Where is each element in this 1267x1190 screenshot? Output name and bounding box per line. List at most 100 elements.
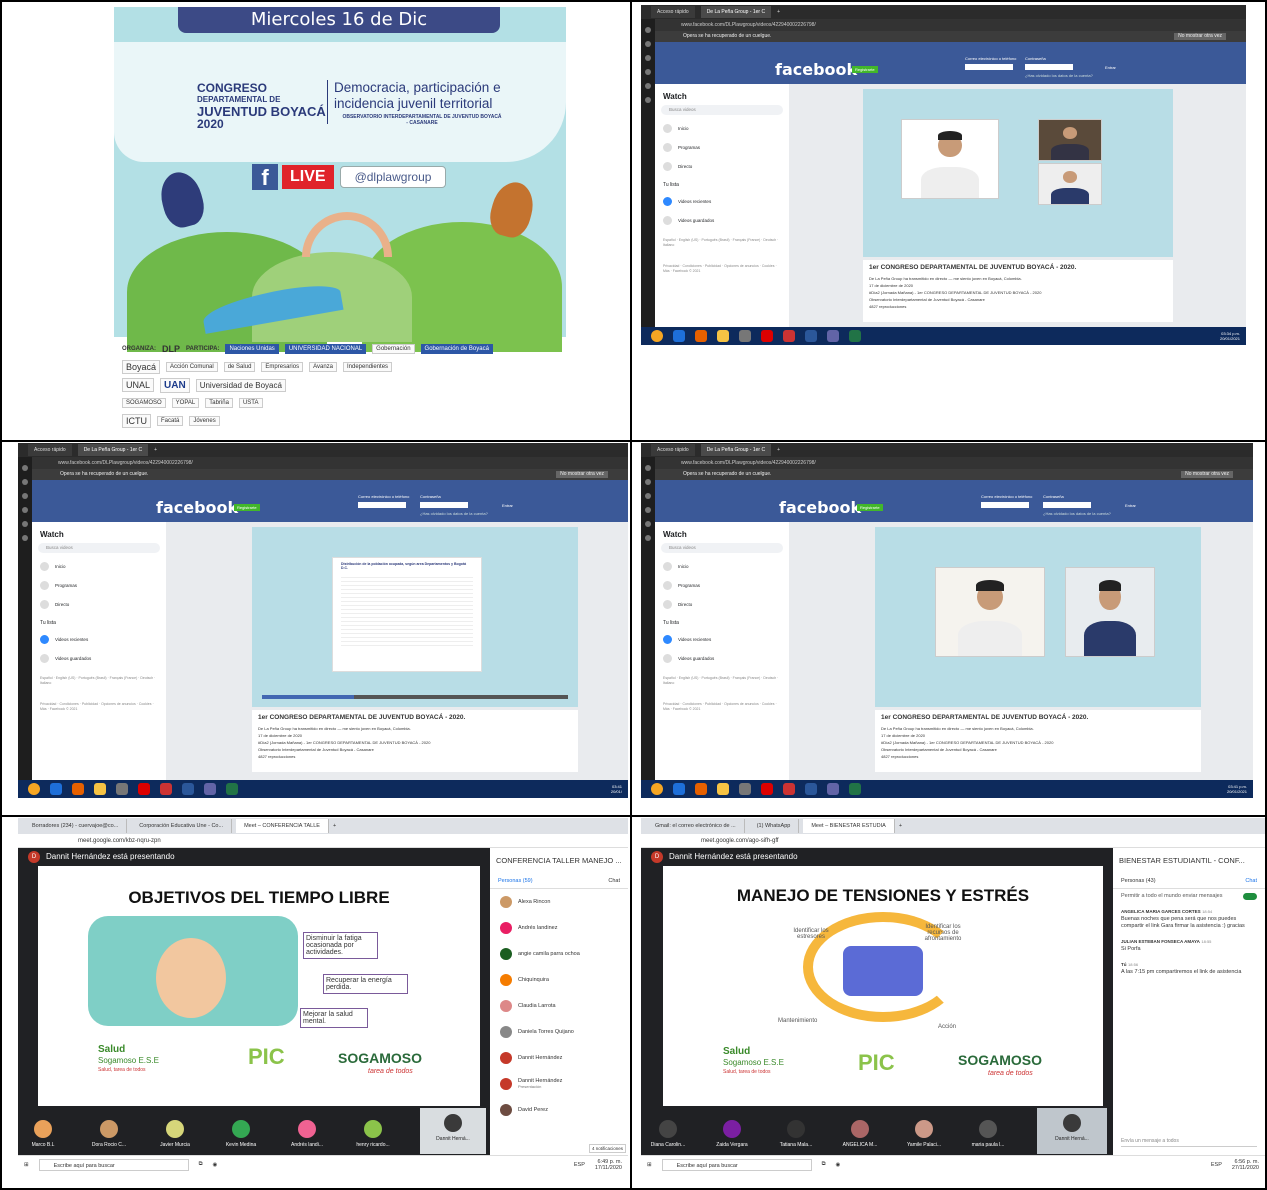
chat-input[interactable]: Envía un mensaje a todos (1121, 1136, 1257, 1147)
sidebar-icon[interactable] (645, 479, 651, 485)
facebook-logo[interactable]: facebook (156, 498, 238, 517)
sidebar-icon[interactable] (22, 479, 28, 485)
app-icon[interactable] (160, 783, 172, 795)
start-icon[interactable] (28, 783, 40, 795)
nav-item[interactable]: Inicio (32, 557, 166, 576)
login-button[interactable]: Entrar (1125, 503, 1136, 508)
notification-count[interactable]: 4 notificaciones (588, 1144, 626, 1153)
forgot-link[interactable]: ¿Has olvidado los datos de la cuenta? (420, 511, 488, 516)
tab-people[interactable]: Personas (59) (498, 878, 533, 884)
nav-item[interactable]: Programas (32, 576, 166, 595)
new-tab-icon[interactable]: + (777, 9, 780, 15)
email-field[interactable] (965, 64, 1013, 70)
language-links[interactable]: Español · English (US) · Português (Bras… (32, 668, 166, 694)
firefox-icon[interactable] (695, 783, 707, 795)
chrome-icon[interactable]: ◉ (836, 1162, 841, 1168)
taskview-icon[interactable]: ⧉ (199, 1161, 203, 1168)
post-line[interactable]: De La Peña Group ha transmitido en direc… (869, 275, 1167, 282)
teams-icon[interactable] (204, 783, 216, 795)
word-icon[interactable] (805, 330, 817, 342)
list-item[interactable]: David Perez (490, 1097, 628, 1123)
ie-icon[interactable] (673, 783, 685, 795)
language-links[interactable]: Español · English (US) · Português (Bras… (655, 230, 789, 256)
participant-tile[interactable]: Yamile Palaci... (899, 1120, 949, 1148)
tab-facebook-video[interactable]: De La Peña Group - 1er C (700, 444, 772, 456)
app-icon[interactable] (783, 330, 795, 342)
windows-start-icon[interactable]: ⊞ (647, 1162, 652, 1168)
tab-meet[interactable]: Meet – CONFERENCIA TALLE (236, 819, 329, 833)
list-item[interactable]: Dannit Hernández Presentación (490, 1071, 628, 1097)
nav-item[interactable]: Programas (655, 138, 789, 157)
sidebar-icon[interactable] (22, 521, 28, 527)
facebook-logo[interactable]: facebook (775, 60, 857, 79)
nav-item[interactable]: Directo (655, 595, 789, 614)
new-tab-icon[interactable]: + (777, 447, 780, 453)
password-field[interactable] (1043, 502, 1091, 508)
participant-tile[interactable]: ANGELICA M... (835, 1120, 885, 1148)
allow-messages-toggle[interactable] (1243, 893, 1257, 900)
sidebar-icon[interactable] (22, 535, 28, 541)
video-player[interactable]: Distribución de la población ocupada, se… (252, 527, 578, 707)
language-indicator[interactable]: ESP (574, 1162, 585, 1168)
address-bar[interactable]: www.facebook.com/DLPlawgroup/videos/4229… (641, 457, 1253, 469)
tab-whatsapp[interactable]: (1) WhatsApp (749, 819, 800, 833)
start-icon[interactable] (651, 783, 663, 795)
word-icon[interactable] (182, 783, 194, 795)
opera-icon[interactable] (138, 783, 150, 795)
participant-tile[interactable]: Andrés landi... (282, 1120, 332, 1148)
participant-tile[interactable]: Zaida Vergara (707, 1120, 757, 1148)
email-field[interactable] (981, 502, 1029, 508)
list-item[interactable]: angie camila parra ochoa (490, 941, 628, 967)
sidebar-icon[interactable] (645, 521, 651, 527)
tab-gmail[interactable]: Gmail: el correo electrónico de ... (647, 819, 745, 833)
opera-icon[interactable] (761, 330, 773, 342)
dont-show-again-button[interactable]: No mostrar otra vez (1174, 33, 1226, 40)
dont-show-again-button[interactable]: No mostrar otra vez (556, 471, 608, 478)
nav-item[interactable]: Videos guardados (32, 649, 166, 668)
tab-people[interactable]: Personas (43) (1121, 878, 1156, 884)
sidebar-icon[interactable] (645, 97, 651, 103)
forgot-link[interactable]: ¿Has olvidado los datos de la cuenta? (1025, 73, 1093, 78)
nav-item[interactable]: Videos guardados (655, 649, 789, 668)
chrome-icon[interactable]: ◉ (213, 1162, 218, 1168)
video-progress-bar[interactable] (262, 695, 568, 699)
video-player[interactable] (863, 89, 1173, 257)
folder-icon[interactable] (717, 330, 729, 342)
taskview-icon[interactable]: ⧉ (822, 1161, 826, 1168)
teams-icon[interactable] (827, 330, 839, 342)
participant-tile[interactable]: henry ricardo... (348, 1120, 398, 1148)
teams-icon[interactable] (827, 783, 839, 795)
list-item[interactable]: Daniela Torres Quijano (490, 1019, 628, 1045)
app-icon[interactable] (783, 783, 795, 795)
facebook-logo[interactable]: facebook (779, 498, 861, 517)
nav-item[interactable]: Videos recientes (32, 630, 166, 649)
nav-item[interactable]: Inicio (655, 557, 789, 576)
folder-icon[interactable] (94, 783, 106, 795)
windows-start-icon[interactable]: ⊞ (24, 1162, 29, 1168)
language-links[interactable]: Español · English (US) · Português (Bras… (655, 668, 789, 694)
address-bar[interactable]: meet.google.com/kbz-nqru-zpn (18, 834, 628, 848)
sidebar-icon[interactable] (22, 465, 28, 471)
sidebar-icon[interactable] (645, 535, 651, 541)
firefox-icon[interactable] (695, 330, 707, 342)
sidebar-icon[interactable] (22, 507, 28, 513)
register-button[interactable]: Registrarte (857, 504, 883, 511)
participant-tile[interactable]: Javier Murcia (150, 1120, 200, 1148)
post-line[interactable]: De La Peña Group ha transmitido en direc… (258, 725, 572, 732)
password-field[interactable] (1025, 64, 1073, 70)
register-button[interactable]: Registrarte (852, 66, 878, 73)
login-button[interactable]: Entrar (502, 503, 513, 508)
self-view-tile[interactable]: Dannit Herná... (1037, 1108, 1107, 1154)
participant-tile[interactable]: Kevin Medina (216, 1120, 266, 1148)
sidebar-icon[interactable] (645, 27, 651, 33)
tab-facebook-video[interactable]: De La Peña Group - 1er C (77, 444, 149, 456)
language-indicator[interactable]: ESP (1211, 1162, 1222, 1168)
sidebar-icon[interactable] (22, 493, 28, 499)
excel-icon[interactable] (849, 330, 861, 342)
list-item[interactable]: Dannit Hernández (490, 1045, 628, 1071)
word-icon[interactable] (805, 783, 817, 795)
participant-tile[interactable]: Diana Carolin... (643, 1120, 693, 1148)
media-icon[interactable] (116, 783, 128, 795)
folder-icon[interactable] (717, 783, 729, 795)
nav-item[interactable]: Programas (655, 576, 789, 595)
